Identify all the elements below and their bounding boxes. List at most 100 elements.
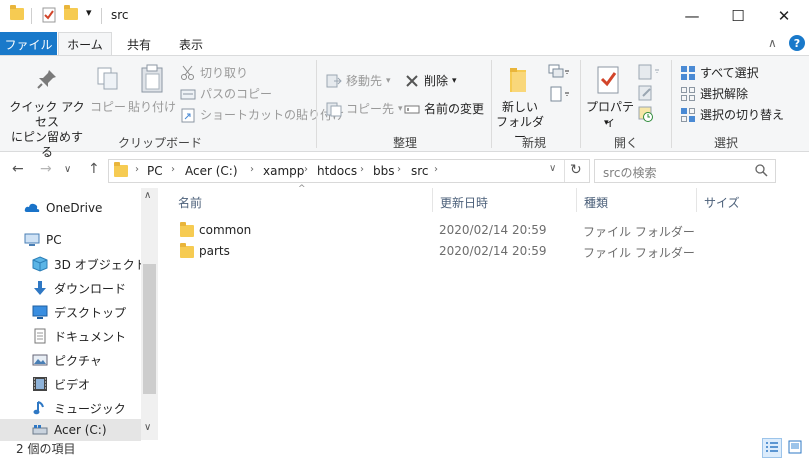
folder-icon	[180, 243, 194, 258]
computer-icon	[24, 232, 40, 248]
breadcrumb-htdocs[interactable]: htdocs	[317, 164, 357, 178]
history-icon[interactable]	[638, 106, 654, 125]
tab-view[interactable]: 表示	[166, 32, 216, 56]
copy-to-button[interactable]: コピー先 ▾	[326, 100, 403, 117]
breadcrumb-drive[interactable]: Acer (C:)	[185, 164, 238, 178]
tab-file[interactable]: ファイル	[0, 32, 57, 56]
breadcrumb-pc[interactable]: PC	[147, 164, 163, 178]
help-icon[interactable]: ?	[789, 35, 805, 51]
column-header-size[interactable]: サイズ	[704, 194, 740, 211]
copy-path-button[interactable]: パスのコピー	[180, 85, 272, 102]
organize-group-label: 整理	[392, 136, 417, 150]
edit-icon[interactable]	[638, 85, 654, 104]
desktop-icon	[32, 304, 48, 320]
refresh-button[interactable]: ↻	[570, 162, 582, 178]
search-box[interactable]: srcの検索	[594, 159, 776, 183]
window-title: src	[111, 8, 129, 22]
open-icon[interactable]	[638, 64, 660, 83]
breadcrumb-bbs[interactable]: bbs	[373, 164, 395, 178]
file-name: common	[199, 223, 252, 237]
navigation-pane: OneDrive PC 3D オブジェクト ダウンロード デスクトップ ドキュメ…	[0, 188, 158, 441]
new-folder-quick-icon[interactable]	[64, 5, 78, 20]
divider	[31, 8, 32, 24]
easy-access-icon[interactable]	[548, 86, 570, 107]
nav-item-3d-objects[interactable]: 3D オブジェクト	[32, 253, 147, 275]
copy-icon	[96, 66, 120, 95]
ribbon: クイック アクセス にピン留めする コピー 貼り付け 切り取り パスのコピー シ…	[0, 55, 809, 159]
nav-item-music[interactable]: ミュージック	[32, 397, 126, 419]
nav-item-pc[interactable]: PC	[24, 229, 62, 251]
delete-button[interactable]: 削除 ▾	[404, 72, 457, 89]
file-type: ファイル フォルダー	[583, 225, 695, 239]
nav-item-desktop[interactable]: デスクトップ	[32, 301, 126, 323]
large-icons-view-button[interactable]	[785, 438, 805, 458]
paste-icon	[140, 64, 164, 97]
file-row[interactable]: common 2020/02/14 20:59 ファイル フォルダー	[170, 220, 770, 240]
nav-item-label: Acer (C:)	[54, 423, 107, 437]
recent-locations-button[interactable]: ∨	[64, 164, 71, 175]
divider	[564, 160, 565, 182]
rename-button[interactable]: 名前の変更	[404, 100, 484, 117]
paste-shortcut-button[interactable]: ショートカットの貼り付け	[180, 106, 344, 123]
forward-button[interactable]: →	[40, 161, 52, 177]
nav-item-label: デスクトップ	[54, 305, 127, 320]
title-bar: ▾ src — ☐ ✕	[0, 0, 809, 32]
nav-item-downloads[interactable]: ダウンロード	[32, 277, 126, 299]
properties-button[interactable]: プロパティ	[584, 100, 636, 130]
new-folder-icon	[508, 66, 530, 97]
details-view-button[interactable]	[762, 438, 782, 458]
select-none-button[interactable]: 選択解除	[680, 85, 748, 102]
address-dropdown-button[interactable]: ∨	[549, 163, 556, 174]
document-icon	[32, 328, 48, 344]
chevron-down-icon: ▾	[386, 75, 391, 86]
column-header-date[interactable]: 更新日時	[440, 194, 488, 211]
search-input[interactable]: srcの検索	[603, 164, 657, 181]
copy-path-label: パスのコピー	[200, 87, 273, 101]
new-item-icon[interactable]	[548, 64, 570, 85]
column-header-name[interactable]: 名前	[178, 194, 202, 211]
back-button[interactable]: ←	[12, 161, 24, 177]
delete-label: 削除	[424, 74, 449, 88]
nav-item-documents[interactable]: ドキュメント	[32, 325, 126, 347]
cut-button[interactable]: 切り取り	[180, 64, 248, 81]
scroll-down-button[interactable]: ∨	[144, 422, 151, 433]
nav-item-pictures[interactable]: ピクチャ	[32, 349, 102, 371]
folder-icon	[114, 162, 128, 177]
paste-button[interactable]: 貼り付け	[128, 100, 176, 115]
customize-quick-access-icon[interactable]: ▾	[86, 6, 92, 19]
tab-share[interactable]: 共有	[115, 32, 163, 56]
nav-item-onedrive[interactable]: OneDrive	[24, 197, 102, 219]
breadcrumb-xampp[interactable]: xampp	[263, 164, 304, 178]
column-header-type[interactable]: 種類	[584, 194, 608, 211]
film-icon	[32, 376, 48, 392]
up-button[interactable]: ↑	[88, 161, 100, 177]
group-divider	[491, 60, 492, 148]
copy-button[interactable]: コピー	[90, 100, 126, 115]
cube-icon	[32, 256, 48, 272]
tab-home[interactable]: ホーム	[58, 32, 112, 56]
cloud-icon	[24, 200, 40, 216]
breadcrumb-separator: ›	[434, 164, 438, 175]
pin-quick-access-button[interactable]: クイック アクセス にピン留めする	[6, 100, 88, 160]
scroll-up-button[interactable]: ∧	[144, 190, 151, 201]
nav-scrollbar-thumb[interactable]	[143, 264, 156, 394]
file-row[interactable]: parts 2020/02/14 20:59 ファイル フォルダー	[170, 241, 770, 261]
clipboard-group-label: クリップボード	[117, 136, 202, 150]
nav-item-label: ビデオ	[54, 377, 91, 392]
invert-selection-button[interactable]: 選択の切り替え	[680, 106, 784, 123]
close-button[interactable]: ✕	[761, 0, 807, 31]
nav-item-label: ピクチャ	[54, 353, 102, 368]
properties-check-icon[interactable]	[42, 7, 56, 26]
breadcrumb-separator: ›	[135, 164, 139, 175]
nav-item-videos[interactable]: ビデオ	[32, 373, 90, 395]
music-note-icon	[32, 400, 48, 416]
move-to-button[interactable]: 移動先 ▾	[326, 72, 391, 89]
maximize-button[interactable]: ☐	[715, 0, 761, 31]
minimize-button[interactable]: —	[669, 0, 715, 31]
divider	[101, 8, 102, 24]
item-count: 2 個の項目	[16, 442, 76, 456]
collapse-ribbon-button[interactable]: ∧	[768, 36, 777, 50]
address-bar[interactable]: › PC › Acer (C:) › xampp › htdocs › bbs …	[108, 159, 590, 183]
breadcrumb-src[interactable]: src	[411, 164, 429, 178]
select-all-button[interactable]: すべて選択	[680, 64, 759, 81]
